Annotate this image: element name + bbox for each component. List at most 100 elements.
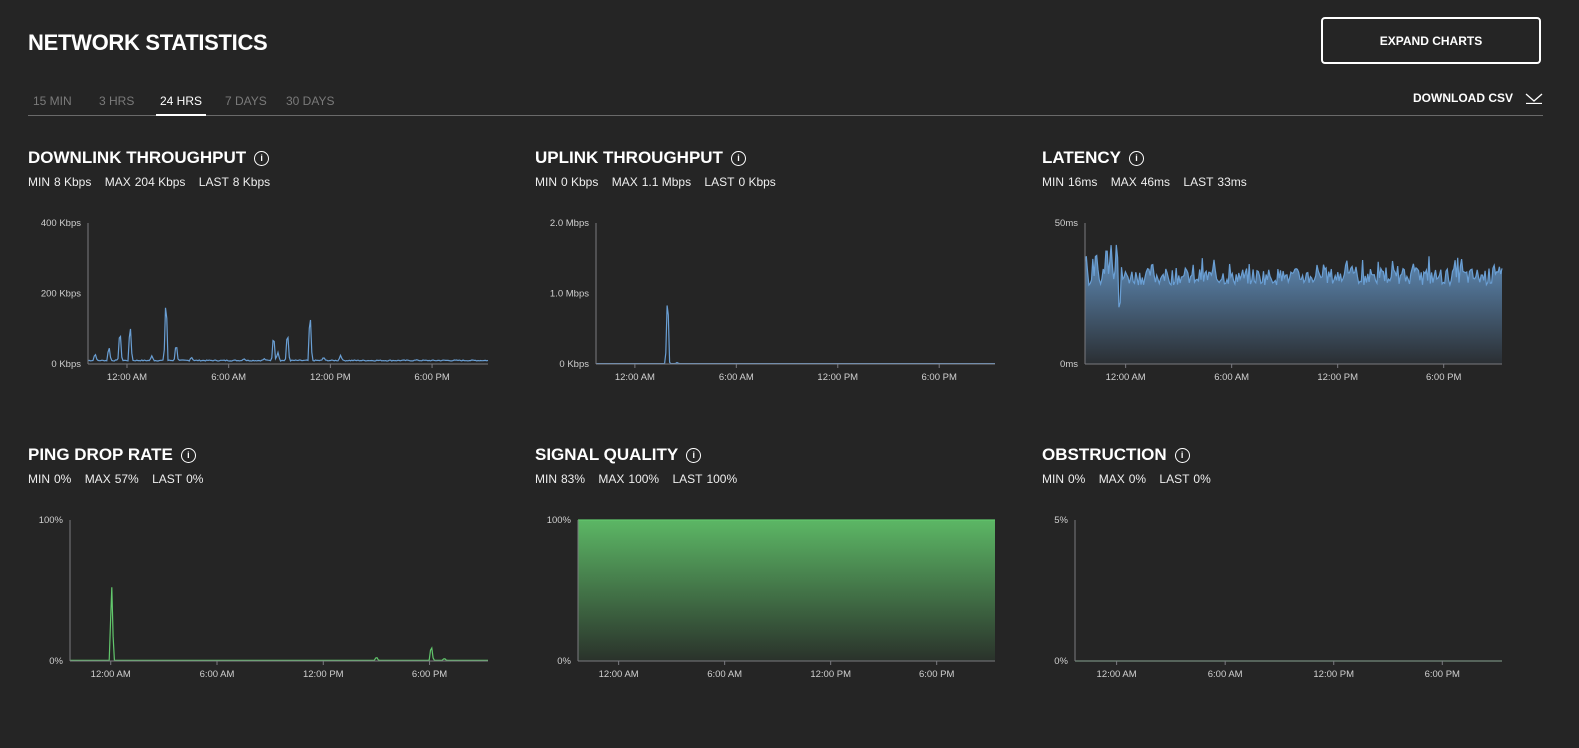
latency-panel: LATENCY i MIN 16ms MAX 46ms LAST 33ms 0ms 50m…: [1042, 148, 1522, 428]
stat-last-value: 8 Kbps: [232, 175, 271, 189]
y-tick-label: 2.0 Mbps: [550, 218, 589, 229]
stat-min-label: MIN: [1042, 175, 1064, 189]
stat-last-value: 100%: [706, 472, 738, 486]
tab-30-days[interactable]: 30 DAYS: [286, 94, 334, 115]
uplink-throughput-panel: UPLINK THROUGHPUT i MIN 0 Kbps MAX 1.1 Mbps…: [535, 148, 1015, 428]
obstruction-panel: OBSTRUCTION i MIN 0% MAX 0% LAST 0% 0% 5% 12:0…: [1042, 445, 1522, 725]
signal-quality-chart: 0% 100% 12:00 AM 6:00 AM 12:00 PM 6:00 PM: [547, 515, 995, 680]
series-line: [596, 305, 995, 365]
stat-max-value: 46ms: [1140, 175, 1171, 189]
stat-last-value: 0 Kbps: [738, 175, 776, 189]
ping-drop-rate-chart: 0% 100% 12:00 AM 6:00 AM 12:00 PM 6:00 PM: [39, 515, 488, 680]
stat-max-value: 57%: [114, 472, 139, 486]
x-tick-label: 12:00 PM: [303, 669, 344, 680]
x-tick-label: 12:00 PM: [1317, 372, 1358, 383]
info-icon[interactable]: i: [180, 447, 196, 463]
series-area: [1085, 244, 1502, 364]
stat-last-value: 0%: [1193, 472, 1211, 486]
panel-title: PING DROP RATE: [28, 445, 173, 464]
chevron-down-icon: [1525, 93, 1543, 104]
info-icon[interactable]: i: [254, 150, 270, 166]
downlink-throughput-chart: 0 Kbps 200 Kbps 400 Kbps 12:00 AM 6:00 AM 12:…: [41, 218, 489, 383]
x-tick-label: 6:00 AM: [200, 669, 235, 680]
x-tick-label: 12:00 PM: [1313, 669, 1354, 680]
y-tick-label: 0%: [49, 656, 63, 667]
x-tick-label: 12:00 PM: [810, 669, 851, 680]
stat-last-label: LAST: [672, 472, 703, 486]
tab-15-min[interactable]: 15 MIN: [33, 94, 72, 115]
series-area: [578, 520, 995, 661]
stat-max-label: MAX: [1098, 472, 1125, 486]
y-tick-label: 1.0 Mbps: [550, 289, 589, 300]
info-icon[interactable]: i: [730, 150, 746, 166]
stat-min-value: 0%: [1068, 472, 1086, 486]
page-title: NETWORK STATISTICS: [28, 30, 268, 55]
stat-min-label: MIN: [28, 472, 50, 486]
panel-title: SIGNAL QUALITY: [535, 445, 679, 464]
info-icon[interactable]: i: [1129, 150, 1145, 166]
x-tick-label: 12:00 AM: [91, 669, 131, 680]
obstruction-title-row: OBSTRUCTION i: [1042, 445, 1190, 465]
stat-max-label: MAX: [84, 472, 111, 486]
info-icon[interactable]: i: [1174, 447, 1190, 463]
stat-last-label: LAST: [704, 175, 735, 189]
y-tick-label: 5%: [1054, 515, 1068, 526]
x-tick-label: 6:00 PM: [414, 372, 449, 383]
stat-max-value: 204 Kbps: [134, 175, 186, 189]
panel-stats: MIN 8 Kbps MAX 204 Kbps LAST 8 Kbps: [28, 175, 274, 189]
x-tick-label: 6:00 PM: [1425, 669, 1460, 680]
x-tick-label: 6:00 PM: [919, 669, 954, 680]
y-tick-label: 0 Kbps: [51, 359, 81, 370]
panel-title: DOWNLINK THROUGHPUT: [28, 148, 247, 167]
series-line: [87, 307, 489, 362]
x-tick-label: 6:00 AM: [211, 372, 246, 383]
panel-stats: MIN 0% MAX 57% LAST 0%: [28, 472, 207, 486]
latency-chart: 0ms 50ms 12:00 AM 6:00 AM 12:00 PM 6:00 PM: [1055, 218, 1503, 383]
stat-max-label: MAX: [1110, 175, 1137, 189]
x-tick-label: 12:00 AM: [1097, 669, 1137, 680]
y-tick-label: 100%: [547, 515, 572, 526]
x-tick-label: 6:00 AM: [1214, 372, 1249, 383]
stat-last-label: LAST: [1183, 175, 1214, 189]
y-tick-label: 400 Kbps: [41, 218, 81, 229]
ping-drop-rate-panel: PING DROP RATE i MIN 0% MAX 57% LAST 0% 0% 10…: [28, 445, 508, 725]
info-icon[interactable]: i: [686, 447, 702, 463]
x-tick-label: 12:00 AM: [599, 669, 639, 680]
latency-title-row: LATENCY i: [1042, 148, 1145, 168]
stat-min-label: MIN: [535, 175, 557, 189]
stat-max-value: 0%: [1128, 472, 1147, 486]
series-line: [70, 587, 488, 661]
obstruction-chart: 0% 5% 12:00 AM 6:00 AM 12:00 PM 6:00 PM: [1054, 515, 1502, 680]
stat-min-value: 16ms: [1068, 175, 1098, 189]
stat-min-value: 83%: [561, 472, 586, 486]
panel-stats: MIN 0 Kbps MAX 1.1 Mbps LAST 0 Kbps: [535, 175, 780, 189]
time-range-tabs: 15 MIN 3 HRS 24 HRS 7 DAYS 30 DAYS DOWNL…: [28, 88, 1543, 116]
x-tick-label: 12:00 AM: [615, 372, 655, 383]
x-tick-label: 12:00 PM: [817, 372, 858, 383]
y-tick-label: 0 Kbps: [559, 359, 589, 370]
y-tick-label: 200 Kbps: [41, 289, 81, 300]
y-tick-label: 0ms: [1060, 359, 1078, 370]
panel-stats: MIN 83% MAX 100% LAST 100%: [535, 472, 741, 486]
stat-min-value: 0%: [54, 472, 72, 486]
tab-24-hrs[interactable]: 24 HRS: [156, 94, 207, 116]
download-csv-button[interactable]: DOWNLOAD CSV: [1413, 91, 1543, 105]
x-tick-label: 12:00 AM: [107, 372, 147, 383]
stat-last-value: 33ms: [1217, 175, 1247, 189]
y-tick-label: 0%: [1054, 656, 1068, 667]
stat-max-value: 100%: [628, 472, 660, 486]
y-tick-label: 100%: [39, 515, 64, 526]
stat-last-label: LAST: [198, 175, 229, 189]
panel-title: LATENCY: [1042, 148, 1122, 167]
x-tick-label: 6:00 AM: [719, 372, 754, 383]
signal-quality-panel: SIGNAL QUALITY i MIN 83% MAX 100% LAST 100% …: [535, 445, 1015, 725]
tab-7-days[interactable]: 7 DAYS: [225, 94, 267, 115]
downlink-throughput-title-row: DOWNLINK THROUGHPUT i: [28, 148, 270, 168]
panel-title: OBSTRUCTION: [1042, 445, 1167, 464]
stat-min-value: 0 Kbps: [561, 175, 599, 189]
tab-3-hrs[interactable]: 3 HRS: [99, 94, 134, 115]
x-tick-label: 6:00 PM: [922, 372, 957, 383]
stat-max-label: MAX: [598, 472, 625, 486]
expand-charts-button[interactable]: EXPAND CHARTS: [1321, 17, 1541, 64]
uplink-throughput-title-row: UPLINK THROUGHPUT i: [535, 148, 746, 168]
